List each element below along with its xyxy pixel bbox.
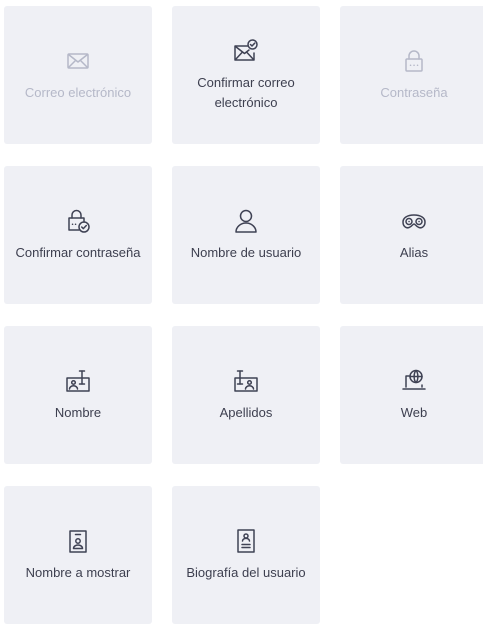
field-tile-label: Alias (399, 245, 429, 260)
field-tile-confirmar-contrasena[interactable]: Confirmar contraseña (4, 166, 152, 304)
field-tile-confirmar-correo[interactable]: Confirmar correo electrónico (172, 6, 320, 144)
badge-icon (64, 527, 92, 555)
document-user-icon (232, 527, 260, 555)
envelope-check-icon (232, 37, 260, 65)
field-tile-label: Biografía del usuario (186, 565, 306, 580)
globe-laptop-icon (400, 367, 428, 395)
field-tile-nombre-usuario[interactable]: Nombre de usuario (172, 166, 320, 304)
field-picker-grid: Correo electrónico Confirmar correo elec… (4, 6, 483, 624)
field-tile-label: Nombre a mostrar (25, 565, 131, 580)
id-card-icon (64, 367, 92, 395)
field-tile-apellidos[interactable]: Apellidos (172, 326, 320, 464)
field-tile-label: Correo electrónico (24, 85, 132, 100)
mask-icon (400, 207, 428, 235)
lock-check-icon (64, 207, 92, 235)
field-tile-alias[interactable]: Alias (340, 166, 483, 304)
user-icon (232, 207, 260, 235)
field-tile-nombre-mostrar[interactable]: Nombre a mostrar (4, 486, 152, 624)
id-card-alt-icon (232, 367, 260, 395)
field-tile-contrasena[interactable]: Contraseña (340, 6, 483, 144)
envelope-icon (64, 47, 92, 75)
field-tile-correo[interactable]: Correo electrónico (4, 6, 152, 144)
lock-icon (400, 47, 428, 75)
field-tile-biografia[interactable]: Biografía del usuario (172, 486, 320, 624)
field-tile-nombre[interactable]: Nombre (4, 326, 152, 464)
field-tile-label: Apellidos (219, 405, 273, 420)
field-tile-label: Confirmar contraseña (15, 245, 141, 260)
field-tile-web[interactable]: Web (340, 326, 483, 464)
field-tile-label: Nombre (54, 405, 102, 420)
field-tile-label: Nombre de usuario (190, 245, 302, 260)
field-tile-label: Web (400, 405, 428, 420)
field-tile-label: Contraseña (380, 85, 448, 100)
field-tile-label: Confirmar correo electrónico (197, 75, 295, 110)
